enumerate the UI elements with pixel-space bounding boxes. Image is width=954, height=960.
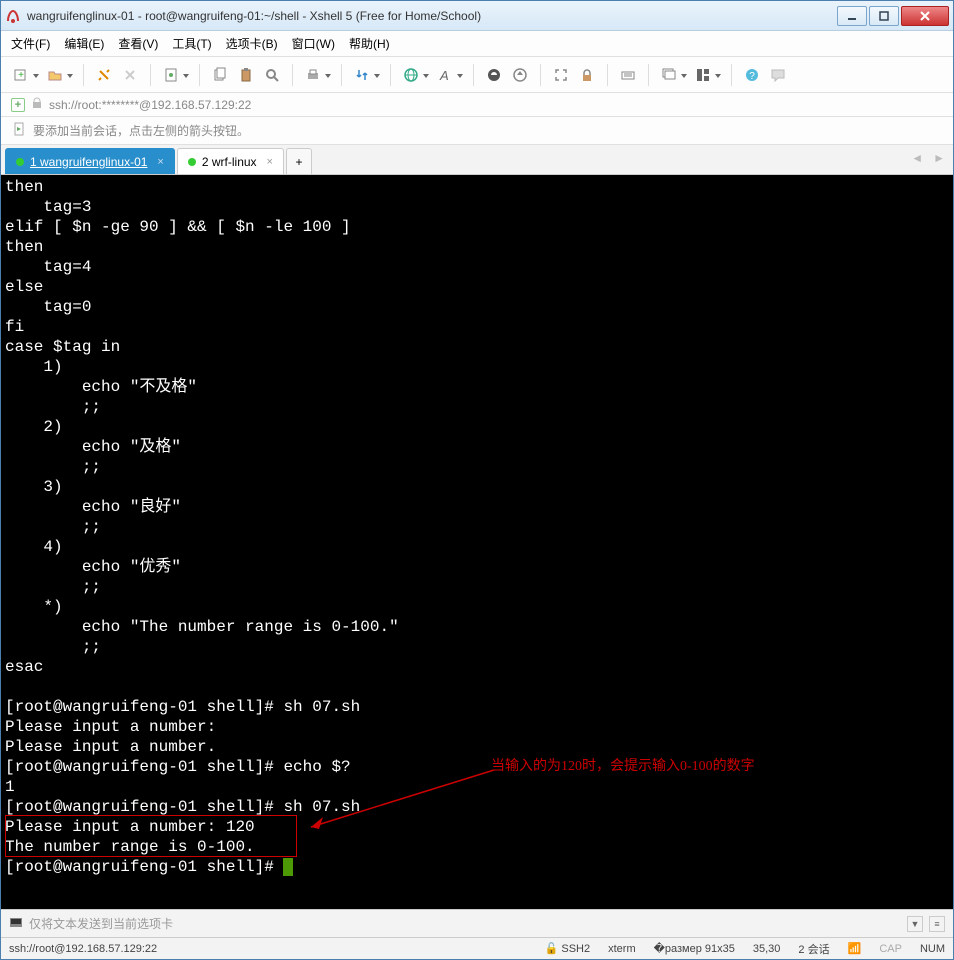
minimize-button[interactable]	[837, 6, 867, 26]
compose-icon	[9, 915, 23, 932]
toolbar-separator	[83, 64, 84, 86]
toolbar-separator	[199, 64, 200, 86]
menu-file[interactable]: 文件(F)	[11, 35, 50, 52]
app-icon	[5, 8, 21, 24]
menu-view[interactable]: 查看(V)	[118, 35, 158, 52]
tab-label: 2 wrf-linux	[202, 155, 257, 169]
toolbar-separator	[731, 64, 732, 86]
toolbar-separator	[648, 64, 649, 86]
terminal[interactable]: then tag=3 elif [ $n -ge 90 ] && [ $n -l…	[1, 175, 953, 909]
svg-text:+: +	[18, 70, 24, 81]
status-ssh: 🔓 SSH2	[545, 942, 591, 955]
open-button[interactable]	[43, 63, 67, 87]
tab-session-2[interactable]: 2 wrf-linux ×	[177, 148, 284, 174]
print-button[interactable]	[301, 63, 325, 87]
new-session-button[interactable]: +	[9, 63, 33, 87]
compose-history-button[interactable]: ▼	[907, 916, 923, 932]
toolbar-separator	[540, 64, 541, 86]
layout-button[interactable]	[691, 63, 715, 87]
help-button[interactable]: ?	[740, 63, 764, 87]
address-bar: + ssh://root:********@192.168.57.129:22	[1, 93, 953, 117]
address-text[interactable]: ssh://root:********@192.168.57.129:22	[49, 98, 251, 112]
status-cap: CAP	[879, 943, 902, 955]
find-button[interactable]	[260, 63, 284, 87]
titlebar: wangruifenglinux-01 - root@wangruifeng-0…	[1, 1, 953, 31]
terminal-cursor	[283, 858, 293, 876]
xagent-button[interactable]	[482, 63, 506, 87]
compose-target-button[interactable]: ≡	[929, 916, 945, 932]
tab-bar: 1 wangruifenglinux-01 × 2 wrf-linux × + …	[1, 145, 953, 175]
hint-text: 要添加当前会话，点击左侧的箭头按钮。	[33, 122, 249, 139]
copy-button[interactable]	[208, 63, 232, 87]
properties-button[interactable]	[159, 63, 183, 87]
tab-close-icon[interactable]: ×	[267, 156, 273, 168]
keyboard-button[interactable]	[616, 63, 640, 87]
status-sessions: 2 会话	[798, 941, 829, 957]
status-num: NUM	[920, 943, 945, 955]
compose-input[interactable]: 仅将文本发送到当前选项卡	[29, 915, 901, 932]
menubar: 文件(F) 编辑(E) 查看(V) 工具(T) 选项卡(B) 窗口(W) 帮助(…	[1, 31, 953, 57]
menu-window[interactable]: 窗口(W)	[292, 35, 335, 52]
svg-text:?: ?	[749, 71, 755, 82]
status-signal-icon: 📶	[848, 942, 862, 955]
window-buttons	[835, 6, 949, 26]
toolbar-separator	[390, 64, 391, 86]
sessions-button[interactable]	[657, 63, 681, 87]
lock-button[interactable]	[575, 63, 599, 87]
menu-help[interactable]: 帮助(H)	[349, 35, 390, 52]
fullscreen-button[interactable]	[549, 63, 573, 87]
tab-add-button[interactable]: +	[286, 148, 312, 174]
chat-button[interactable]	[766, 63, 790, 87]
toolbar-separator	[292, 64, 293, 86]
toolbar-separator	[150, 64, 151, 86]
toolbar-separator	[473, 64, 474, 86]
tab-nav[interactable]: ◄ ►	[911, 151, 945, 165]
add-session-icon[interactable]: +	[11, 98, 25, 112]
status-term: xterm	[608, 943, 636, 955]
tab-session-1[interactable]: 1 wangruifenglinux-01 ×	[5, 148, 175, 174]
font-button[interactable]: A	[433, 63, 457, 87]
menu-edit[interactable]: 编辑(E)	[64, 35, 104, 52]
menu-tools[interactable]: 工具(T)	[172, 35, 211, 52]
window-title: wangruifenglinux-01 - root@wangruifeng-0…	[27, 9, 835, 23]
status-bar: ssh://root@192.168.57.129:22 🔓 SSH2 xter…	[1, 937, 953, 959]
hint-bar: 要添加当前会话，点击左侧的箭头按钮。	[1, 117, 953, 145]
globe-button[interactable]	[399, 63, 423, 87]
toolbar-separator	[607, 64, 608, 86]
toolbar: + A ?	[1, 57, 953, 93]
compose-bar: 仅将文本发送到当前选项卡 ▼ ≡	[1, 909, 953, 937]
disconnect-button[interactable]	[118, 63, 142, 87]
annotation-text: 当输入的为120时，会提示输入0-100的数字	[491, 757, 755, 777]
status-size: �размер 91x35	[654, 942, 735, 955]
toolbar-separator	[341, 64, 342, 86]
maximize-button[interactable]	[869, 6, 899, 26]
tab-label: 1 wangruifenglinux-01	[30, 155, 147, 169]
status-cursor-pos: 35,30	[753, 943, 781, 955]
app-window: wangruifenglinux-01 - root@wangruifeng-0…	[0, 0, 954, 960]
hint-arrow-icon[interactable]	[11, 121, 27, 140]
paste-button[interactable]	[234, 63, 258, 87]
status-dot-icon	[188, 158, 196, 166]
reconnect-button[interactable]	[92, 63, 116, 87]
svg-text:A: A	[439, 68, 449, 83]
annotation-arrow-icon	[299, 765, 499, 835]
menu-tabs[interactable]: 选项卡(B)	[226, 35, 278, 52]
tab-close-icon[interactable]: ×	[157, 156, 163, 168]
annotation-box	[5, 815, 297, 857]
status-connection: ssh://root@192.168.57.129:22	[9, 943, 157, 955]
lock-icon	[31, 97, 43, 112]
transfer-button[interactable]	[350, 63, 374, 87]
close-button[interactable]	[901, 6, 949, 26]
xftp-button[interactable]	[508, 63, 532, 87]
status-dot-icon	[16, 158, 24, 166]
